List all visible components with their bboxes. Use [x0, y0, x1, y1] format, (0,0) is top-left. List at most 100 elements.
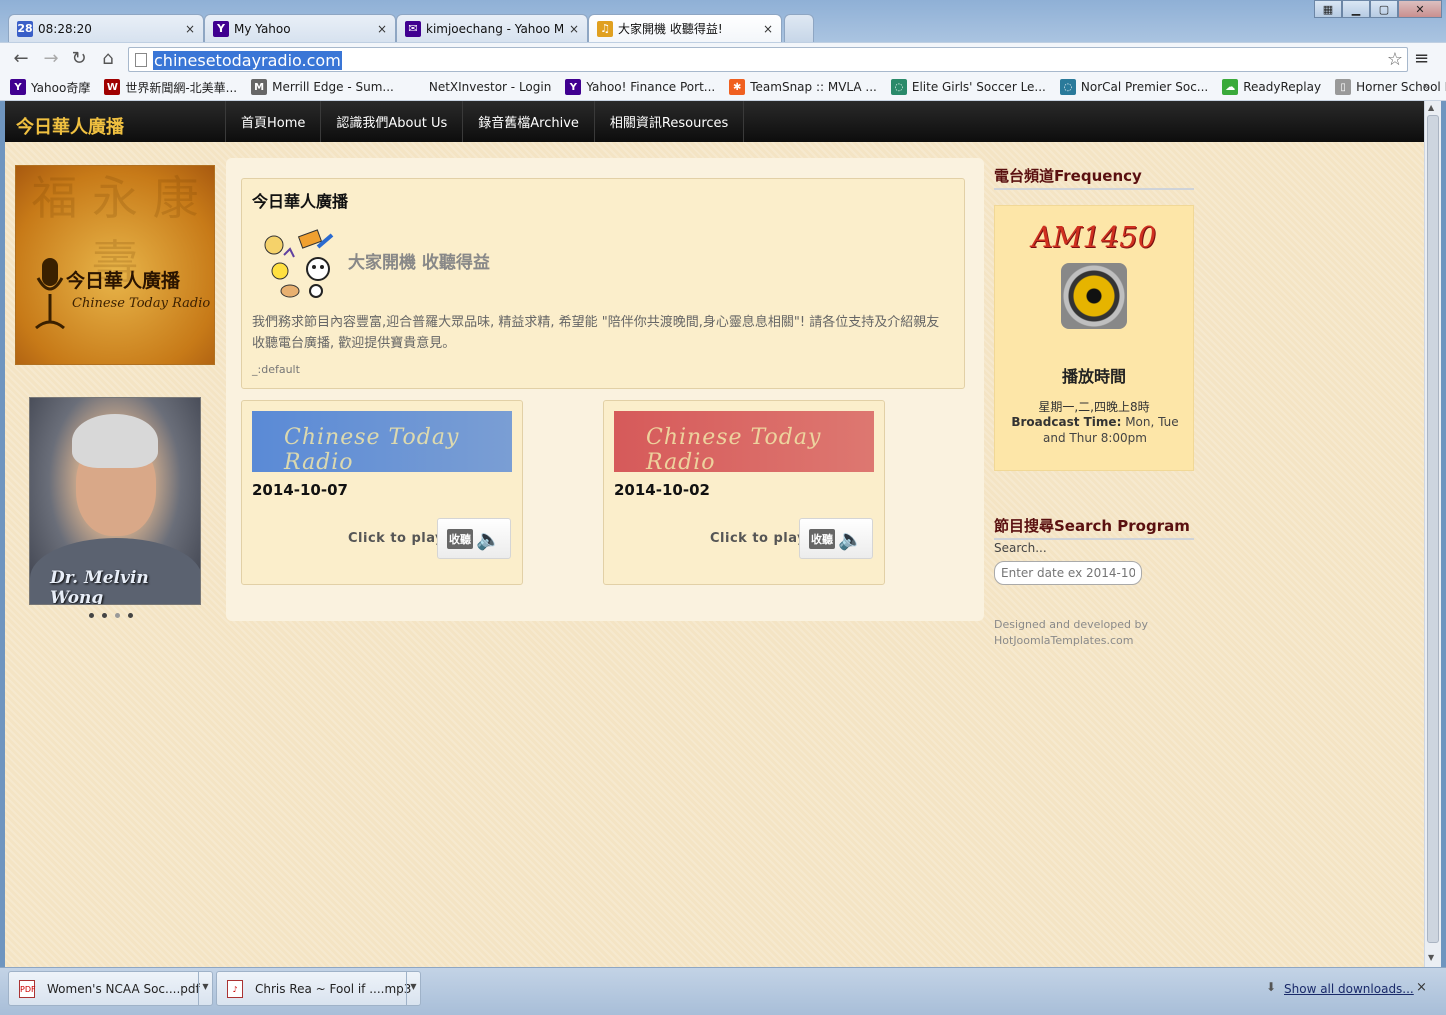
tab-radio[interactable]: ♫ 大家開機 收聽得益! × [588, 14, 782, 42]
bookmarks-bar: Y Yahoo奇摩 W 世界新聞網-北美華... M Merrill Edge - Sum… [0, 74, 1446, 101]
bookmark-label: TeamSnap :: MVLA ... [750, 80, 877, 94]
bookmark-favicon-icon: M [251, 79, 268, 95]
logo-english-text: Chinese Today Radio [72, 296, 211, 311]
tab-yahoo-mail[interactable]: ✉ kimjoechang - Yahoo Mai × [396, 14, 588, 42]
divider [994, 538, 1194, 540]
forward-icon[interactable]: → [40, 48, 62, 70]
tab-title: My Yahoo [234, 21, 291, 36]
download-item[interactable]: PDF Women's NCAA Soc....pdf ▼ [8, 971, 213, 1006]
bookmark-favicon-icon: ☁ [1222, 79, 1239, 95]
episode-card: Chinese Today Radio 2014-10-02 Click to … [603, 400, 885, 585]
show-all-downloads-link[interactable]: Show all downloads... [1284, 982, 1414, 996]
close-tab-icon[interactable]: × [569, 22, 579, 36]
bookmark-favicon-icon: ◌ [1059, 79, 1076, 95]
tab-my-yahoo[interactable]: Y My Yahoo × [204, 14, 396, 42]
bookmark-favicon-icon [408, 79, 424, 95]
airtime-heading: 播放時間 [1061, 367, 1126, 386]
frequency-heading: 電台頻道Frequency [994, 167, 1142, 185]
bookmark-item[interactable]: ◌ NorCal Premier Soc... [1059, 79, 1208, 95]
scroll-down-icon[interactable]: ▼ [1428, 953, 1434, 962]
home-icon[interactable]: ⌂ [97, 48, 119, 70]
window-close-icon[interactable]: ✕ [1398, 0, 1442, 18]
default-note: _:default [252, 363, 300, 376]
play-label: 收聽 [809, 528, 836, 549]
minimize-icon[interactable]: ▁ [1342, 0, 1370, 18]
bookmark-label: 世界新聞網-北美華... [125, 80, 238, 95]
bookmark-item[interactable]: NetXInvestor - Login [408, 79, 551, 95]
site-logo[interactable]: 今日華人廣播 [16, 113, 124, 139]
bookmark-item[interactable]: M Merrill Edge - Sum... [251, 79, 394, 95]
credit-link[interactable]: HotJoomlaTemplates.com [994, 633, 1148, 649]
frequency-box: AM1450 播放時間 星期一,二,四晚上8時 Broadcast Time: … [994, 205, 1194, 471]
radio-icon: ♫ [597, 20, 613, 37]
music-clipart-icon [264, 229, 334, 298]
intro-heading: 今日華人廣播 [252, 192, 349, 211]
close-tab-icon[interactable]: × [185, 22, 195, 36]
host-portrait[interactable]: Dr. Melvin Wong [29, 397, 201, 605]
menu-icon[interactable]: ≡ [1414, 48, 1429, 69]
yahoo-icon: Y [213, 20, 229, 37]
bookmark-label: Merrill Edge - Sum... [272, 80, 394, 94]
address-bar[interactable]: chinesetodayradio.com ☆ [128, 47, 1408, 72]
tab-title: 08:28:20 [38, 21, 92, 36]
bookmark-star-icon[interactable]: ☆ [1387, 49, 1403, 70]
window-controls: ▦ ▁ ▢ ✕ [1314, 0, 1442, 18]
bookmark-item[interactable]: ◌ Elite Girls' Soccer Le... [890, 79, 1046, 95]
new-tab-button[interactable] [784, 14, 814, 42]
footer-credit: Designed and developed by HotJoomlaTempl… [994, 617, 1148, 649]
url-text[interactable]: chinesetodayradio.com [153, 51, 342, 70]
close-downloads-icon[interactable]: × [1416, 980, 1427, 995]
bookmark-favicon-icon: Y [565, 79, 582, 95]
chevron-down-icon[interactable]: ▼ [198, 972, 212, 1005]
slide-dot[interactable] [89, 613, 94, 618]
slide-dot[interactable] [128, 613, 133, 618]
speaker-icon [1061, 263, 1127, 329]
back-icon[interactable]: ← [10, 48, 32, 70]
nav-home[interactable]: 首頁Home [225, 101, 320, 142]
bookmark-item[interactable]: Y Yahoo奇摩 [10, 79, 90, 96]
bookmark-item[interactable]: ✱ TeamSnap :: MVLA ... [729, 79, 877, 95]
bookmark-favicon-icon: ◌ [890, 79, 907, 95]
intro-body: 我們務求節目內容豐富,迎合普羅大眾品味, 精益求精, 希望能 "陪伴你共渡晚間,… [252, 315, 940, 351]
main-content: 今日華人廣播 大家開機 收聽得益 我們務求節目內容豐富,迎合普羅大眾品味, 精益… [226, 158, 984, 621]
broadcast-time: Broadcast Time: Mon, Tue and Thur 8:00pm [1005, 414, 1185, 446]
audio-file-icon: ♪ [227, 979, 243, 998]
portrait-signature: Dr. Melvin Wong [50, 568, 149, 605]
download-item[interactable]: ♪ Chris Rea ~ Fool if ....mp3 ▼ [216, 971, 421, 1006]
slide-dot[interactable] [115, 613, 120, 618]
slide-dot[interactable] [102, 613, 107, 618]
divider [994, 188, 1194, 190]
switch-window-icon[interactable]: ▦ [1314, 0, 1342, 18]
bookmark-item[interactable]: ☁ ReadyReplay [1222, 79, 1321, 95]
episode-banner: Chinese Today Radio [614, 411, 874, 472]
nav-resources[interactable]: 相關資訊Resources [593, 101, 745, 142]
close-tab-icon[interactable]: × [377, 22, 387, 36]
maximize-icon[interactable]: ▢ [1370, 0, 1398, 18]
station-name: AM1450 [1031, 220, 1157, 254]
scroll-thumb[interactable] [1427, 115, 1439, 943]
vertical-scrollbar[interactable]: ▲ ▼ [1424, 101, 1441, 967]
bookmark-label: Yahoo奇摩 [31, 80, 91, 95]
chevron-down-icon[interactable]: ▼ [406, 972, 420, 1005]
portrait-hair [72, 414, 158, 468]
nav-about[interactable]: 認識我們About Us [320, 101, 462, 142]
bookmark-favicon-icon: ▯ [1335, 79, 1352, 95]
search-input[interactable] [994, 561, 1142, 585]
station-logo-image: 福 永 康 壽 今日華人廣播 Chinese Today Radio [15, 165, 215, 365]
nav-archive[interactable]: 錄音舊檔Archive [462, 101, 594, 142]
bookmark-favicon-icon: W [104, 79, 121, 95]
close-tab-icon[interactable]: × [763, 22, 773, 36]
slideshow-dots [89, 613, 141, 618]
speaker-icon: 🔈 [476, 526, 501, 551]
reload-icon[interactable]: ↻ [68, 48, 90, 70]
tab-clock[interactable]: 28 08:28:20 × [8, 14, 204, 42]
bookmarks-overflow-icon[interactable]: » [1423, 79, 1430, 93]
bookmark-item[interactable]: W 世界新聞網-北美華... [104, 79, 237, 96]
bookmark-label: Yahoo! Finance Port... [586, 80, 716, 94]
pdf-file-icon: PDF [19, 979, 36, 998]
scroll-up-icon[interactable]: ▲ [1428, 103, 1434, 112]
play-button[interactable]: 收聽 🔈 [437, 518, 511, 559]
bookmark-item[interactable]: Y Yahoo! Finance Port... [565, 79, 715, 95]
play-button[interactable]: 收聽 🔈 [799, 518, 873, 559]
bookmark-label: NetXInvestor - Login [428, 80, 552, 94]
